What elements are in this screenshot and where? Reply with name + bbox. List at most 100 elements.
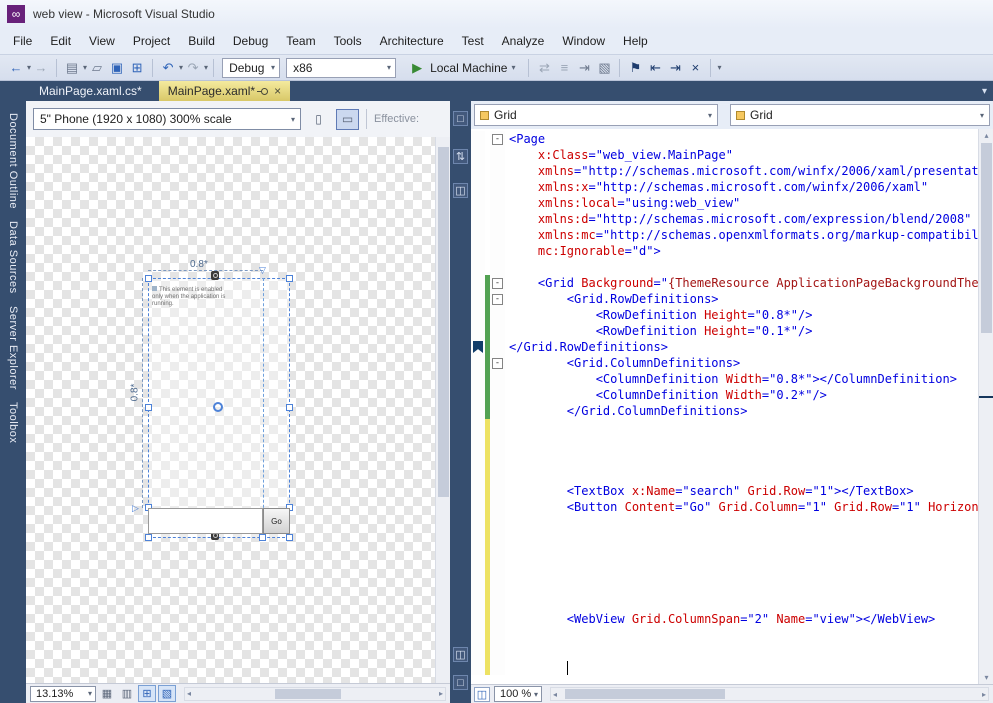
designer-zoom-select[interactable]: 13.13% ▾	[30, 686, 96, 702]
expand-pane-button[interactable]: □	[453, 675, 468, 690]
members-dropdown[interactable]: Grid ▾	[730, 104, 990, 126]
menu-item-build[interactable]: Build	[179, 30, 224, 52]
resize-handle[interactable]	[145, 404, 152, 411]
menu-item-tools[interactable]: Tools	[325, 30, 371, 52]
anchor-lock-icon[interactable]	[211, 271, 219, 280]
menu-item-file[interactable]: File	[4, 30, 41, 52]
undo-button[interactable]: ↶	[159, 58, 177, 78]
resize-handle[interactable]	[286, 534, 293, 541]
swap-panes-button[interactable]: ⇅	[453, 149, 468, 164]
menu-item-debug[interactable]: Debug	[224, 30, 277, 52]
next-bookmark-button[interactable]: ⇥	[666, 58, 684, 78]
fold-toggle-icon[interactable]: -	[492, 294, 503, 305]
new-file-dropdown-icon[interactable]: ▾	[83, 63, 87, 72]
design-canvas[interactable]: 0.8* 0.8* ▽ ▷ This element is enabled on…	[26, 137, 435, 683]
scroll-right-icon[interactable]: ▸	[980, 690, 988, 699]
indicator-margin[interactable]	[471, 307, 485, 323]
editor-split-button[interactable]: ◫	[474, 687, 490, 702]
scroll-left-icon[interactable]: ◂	[185, 689, 193, 698]
designer-search-textbox[interactable]	[148, 508, 263, 534]
fold-toggle-icon[interactable]: -	[492, 134, 503, 145]
resize-handle[interactable]	[145, 275, 152, 282]
menu-item-architecture[interactable]: Architecture	[371, 30, 453, 52]
scrollbar-thumb[interactable]	[275, 689, 341, 699]
indicator-margin[interactable]	[471, 227, 485, 243]
indicator-margin[interactable]	[471, 563, 485, 579]
indicator-margin[interactable]	[471, 611, 485, 627]
indicator-margin[interactable]	[471, 467, 485, 483]
resize-handle[interactable]	[259, 534, 266, 541]
resize-handle[interactable]	[286, 275, 293, 282]
indent-button[interactable]: ⇥	[575, 58, 593, 78]
snap-to-grid-button[interactable]: ▥	[118, 685, 136, 702]
indicator-margin[interactable]	[471, 371, 485, 387]
indicator-margin[interactable]	[471, 419, 485, 435]
navigate-back-dropdown-icon[interactable]: ▾	[27, 63, 31, 72]
snaplines-toggle-button[interactable]: ⊞	[138, 685, 156, 702]
indicator-margin[interactable]	[471, 643, 485, 659]
landscape-orientation-button[interactable]: ▭	[336, 109, 359, 130]
sidebar-tab-data-sources[interactable]: Data Sources	[7, 221, 19, 294]
menu-item-project[interactable]: Project	[124, 30, 179, 52]
clear-bookmarks-button[interactable]: ×	[686, 58, 704, 78]
indicator-margin[interactable]	[471, 483, 485, 499]
row-divider-marker-icon[interactable]: ▷	[132, 503, 139, 514]
open-file-button[interactable]: ▱	[88, 58, 106, 78]
indicator-margin[interactable]	[471, 659, 485, 675]
indicator-margin[interactable]	[471, 435, 485, 451]
close-icon[interactable]: ×	[274, 86, 281, 96]
menu-item-window[interactable]: Window	[553, 30, 614, 52]
editor-zoom-select[interactable]: 100 % ▾	[494, 686, 542, 702]
designer-vertical-scrollbar[interactable]	[435, 137, 450, 683]
indicator-margin[interactable]	[471, 499, 485, 515]
portrait-orientation-button[interactable]: ▯	[307, 109, 330, 130]
fold-toggle-icon[interactable]: -	[492, 358, 503, 369]
document-tab-1[interactable]: MainPage.xaml*×	[159, 81, 290, 101]
sidebar-tab-toolbox[interactable]: Toolbox	[7, 402, 19, 443]
show-annotations-button[interactable]: ▧	[158, 685, 176, 702]
designer-horizontal-scrollbar[interactable]: ◂ ▸	[184, 687, 446, 701]
menu-item-help[interactable]: Help	[614, 30, 657, 52]
indicator-margin[interactable]	[471, 531, 485, 547]
document-tab-0[interactable]: MainPage.xaml.cs*	[30, 81, 157, 101]
scrollbar-thumb[interactable]	[981, 143, 992, 333]
indicator-margin[interactable]	[471, 195, 485, 211]
show-grid-button[interactable]: ▦	[98, 685, 116, 702]
sidebar-tab-server-explorer[interactable]: Server Explorer	[7, 306, 19, 390]
indicator-margin[interactable]	[471, 259, 485, 275]
toggle-bookmark-button[interactable]: ⚑	[626, 58, 644, 78]
indicator-margin[interactable]	[471, 275, 485, 291]
indicator-margin[interactable]	[471, 243, 485, 259]
menu-item-analyze[interactable]: Analyze	[493, 30, 554, 52]
platform-select[interactable]: x86 ▾	[286, 58, 396, 78]
indicator-margin[interactable]	[471, 147, 485, 163]
navigate-back-button[interactable]: ←	[7, 58, 25, 78]
pane-splitter[interactable]: □ ⇅ ◫ ◫ □	[450, 101, 471, 703]
find-in-files-button[interactable]: ≡	[555, 58, 573, 78]
designer-go-button[interactable]: Go	[263, 508, 290, 534]
sync-solution-button[interactable]: ⇄	[535, 58, 553, 78]
menu-item-edit[interactable]: Edit	[41, 30, 80, 52]
indicator-margin[interactable]	[471, 211, 485, 227]
previous-bookmark-button[interactable]: ⇤	[646, 58, 664, 78]
indicator-margin[interactable]	[471, 451, 485, 467]
redo-dropdown-icon[interactable]: ▾	[204, 63, 208, 72]
save-button[interactable]: ▣	[108, 58, 126, 78]
menu-item-test[interactable]: Test	[453, 30, 493, 52]
debug-configuration-select[interactable]: Debug ▾	[222, 58, 280, 78]
scroll-left-icon[interactable]: ◂	[551, 690, 559, 699]
indicator-margin[interactable]	[471, 627, 485, 643]
indicator-margin[interactable]	[471, 547, 485, 563]
indicator-margin[interactable]	[471, 163, 485, 179]
types-dropdown[interactable]: Grid ▾	[474, 104, 718, 126]
device-selector[interactable]: 5" Phone (1920 x 1080) 300% scale ▾	[33, 108, 301, 130]
column-divider-marker-icon[interactable]: ▽	[259, 265, 266, 276]
start-debugging-button[interactable]: ▶ Local Machine ▾	[401, 58, 521, 78]
scroll-up-icon[interactable]: ▴	[979, 131, 993, 140]
grid-column-line[interactable]	[263, 278, 264, 538]
indicator-margin[interactable]	[471, 387, 485, 403]
pin-icon[interactable]	[261, 88, 268, 95]
fold-toggle-icon[interactable]: -	[492, 278, 503, 289]
menu-item-team[interactable]: Team	[277, 30, 324, 52]
undo-dropdown-icon[interactable]: ▾	[179, 63, 183, 72]
